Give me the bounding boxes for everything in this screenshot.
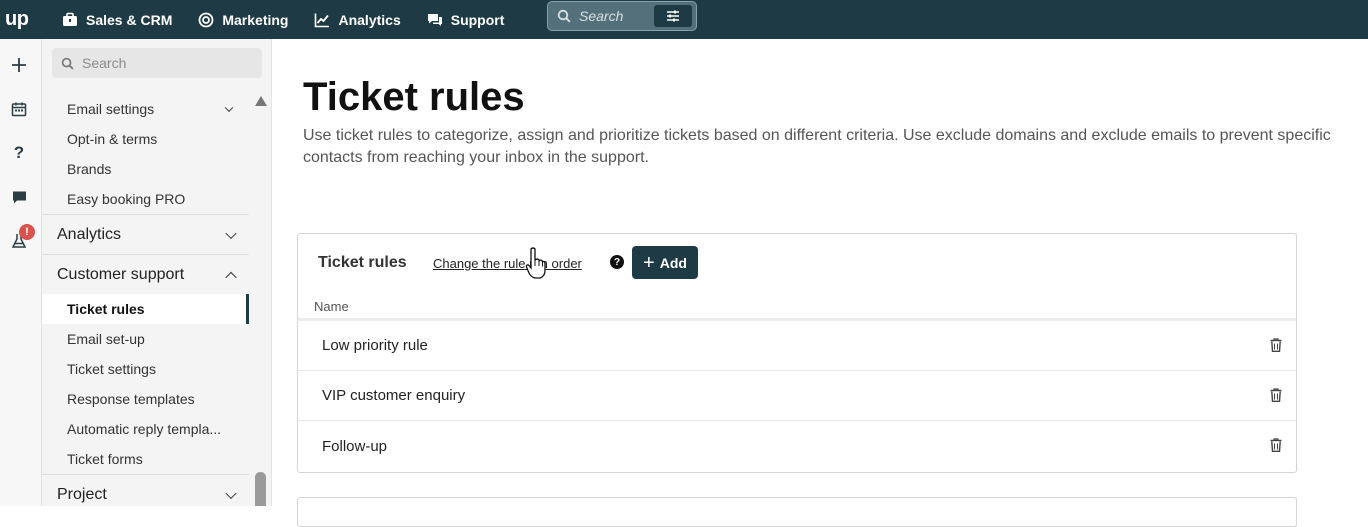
sidebar-item-response-templates[interactable]: Response templates: [42, 384, 249, 414]
scroll-up-arrow[interactable]: [255, 96, 267, 106]
nav-analytics[interactable]: Analytics: [314, 11, 401, 28]
nav-marketing[interactable]: Marketing: [198, 12, 288, 28]
calendar-icon: [11, 102, 27, 117]
chat-bubbles-icon: [427, 13, 442, 26]
sidebar-scrollbar-thumb[interactable]: [255, 472, 266, 506]
sidebar-item-label: Automatic reply templa...: [67, 421, 222, 437]
sidebar-item-ticket-forms[interactable]: Ticket forms: [42, 444, 249, 474]
plus-icon: +: [643, 251, 655, 274]
global-search[interactable]: Search: [547, 1, 697, 31]
trash-icon[interactable]: [1270, 338, 1282, 352]
alert-badge: !: [19, 224, 35, 240]
rule-name: Follow-up: [322, 437, 388, 455]
rule-name: Low priority rule: [322, 337, 428, 354]
sidebar-item-email-settings[interactable]: Email settings: [42, 94, 249, 124]
help-button[interactable]: ?: [8, 142, 30, 164]
sidebar-group-analytics[interactable]: Analytics: [42, 214, 249, 254]
search-icon: [557, 9, 571, 23]
table-row[interactable]: Follow-up: [298, 421, 1296, 471]
create-button[interactable]: [8, 54, 30, 76]
sidebar-item-label: Easy booking PRO: [67, 191, 186, 207]
chevron-up-icon: [225, 271, 237, 283]
sidebar-item-label: Ticket forms: [67, 451, 143, 467]
hand-cursor-icon: [525, 247, 546, 279]
rule-name: VIP customer enquiry: [322, 387, 466, 404]
chevron-down-icon: [225, 487, 237, 499]
search-filter-button[interactable]: [654, 5, 692, 27]
settings-sidebar: Search Email settings Opt-in & terms Bra…: [42, 39, 272, 506]
sidebar-item-opt-in-terms[interactable]: Opt-in & terms: [42, 124, 249, 154]
sidebar-search-input[interactable]: Search: [52, 48, 262, 78]
sidebar-group-label: Customer support: [57, 265, 185, 283]
sidebar-item-ticket-settings[interactable]: Ticket settings: [42, 354, 249, 384]
sidebar-item-label: Opt-in & terms: [67, 131, 158, 147]
table-row[interactable]: Low priority rule: [298, 321, 1296, 371]
sidebar-item-automatic-reply-templates[interactable]: Automatic reply templa...: [42, 414, 249, 444]
sidebar-item-label: Ticket settings: [67, 361, 156, 377]
trash-icon[interactable]: [1270, 388, 1282, 402]
sidebar-item-label: Response templates: [67, 391, 195, 407]
rules-table-body: Low priority rule VIP customer enquiry F…: [298, 321, 1296, 471]
secondary-card: [297, 497, 1297, 527]
sidebar-item-ticket-rules[interactable]: Ticket rules: [42, 294, 249, 324]
card-title: Ticket rules: [318, 254, 407, 271]
chevron-down-icon: [224, 103, 234, 113]
sidebar-item-label: Email settings: [67, 101, 155, 117]
calendar-button[interactable]: [8, 98, 30, 120]
trash-icon[interactable]: [1270, 438, 1282, 452]
nav-support[interactable]: Support: [427, 11, 505, 28]
plus-icon: [12, 58, 26, 72]
sidebar-item-email-set-up[interactable]: Email set-up: [42, 324, 249, 354]
sidebar-group-project[interactable]: Project: [42, 474, 249, 506]
add-rule-button[interactable]: + Add: [632, 246, 698, 279]
page-title: Ticket rules: [303, 75, 525, 119]
chat-icon: [12, 191, 26, 203]
column-header-name[interactable]: Name: [314, 299, 349, 314]
nav-sales-crm[interactable]: Sales & CRM: [62, 12, 172, 28]
nav-analytics-label: Analytics: [338, 11, 401, 28]
app-logo[interactable]: up: [0, 8, 36, 31]
nav-support-label: Support: [450, 11, 505, 28]
page-description: Use ticket rules to categorize, assign a…: [303, 127, 1331, 166]
search-icon: [61, 57, 74, 70]
chat-button[interactable]: [8, 186, 30, 208]
sidebar-item-label: Ticket rules: [67, 301, 145, 317]
nav-marketing-label: Marketing: [222, 11, 289, 28]
table-row[interactable]: VIP customer enquiry: [298, 371, 1296, 421]
change-rule-order-link[interactable]: Change the rule run order: [433, 256, 582, 271]
help-icon[interactable]: ?: [610, 255, 624, 269]
target-icon: [198, 12, 214, 27]
sidebar-menu: Email settings Opt-in & terms Brands Eas…: [42, 94, 249, 506]
sliders-icon: [667, 10, 679, 22]
sidebar-group-label: Analytics: [57, 225, 122, 243]
ticket-rules-card: Ticket rules Change the rule run order ?…: [297, 233, 1297, 473]
sidebar-item-label: Email set-up: [67, 331, 145, 347]
briefcase-icon: [63, 12, 77, 26]
global-search-placeholder: Search: [579, 8, 624, 24]
sidebar-item-label: Brands: [67, 161, 112, 177]
nav-sales-crm-label: Sales & CRM: [86, 11, 173, 28]
sidebar-search-placeholder: Search: [82, 55, 127, 71]
add-rule-button-label: Add: [659, 254, 687, 271]
main-content: Ticket rules Use ticket rules to categor…: [273, 39, 1368, 527]
sidebar-group-label: Project: [57, 485, 107, 503]
chevron-down-icon: [225, 227, 237, 239]
icon-rail: ? !: [0, 39, 42, 506]
sidebar-group-customer-support[interactable]: Customer support: [42, 254, 249, 294]
chart-line-icon: [315, 13, 330, 27]
sidebar-item-brands[interactable]: Brands: [42, 154, 249, 184]
top-navigation-bar: up Sales & CRM Marketing Analytics Suppo…: [0, 0, 1368, 39]
sidebar-item-easy-booking-pro[interactable]: Easy booking PRO: [42, 184, 249, 214]
help-icon: ?: [13, 143, 25, 162]
